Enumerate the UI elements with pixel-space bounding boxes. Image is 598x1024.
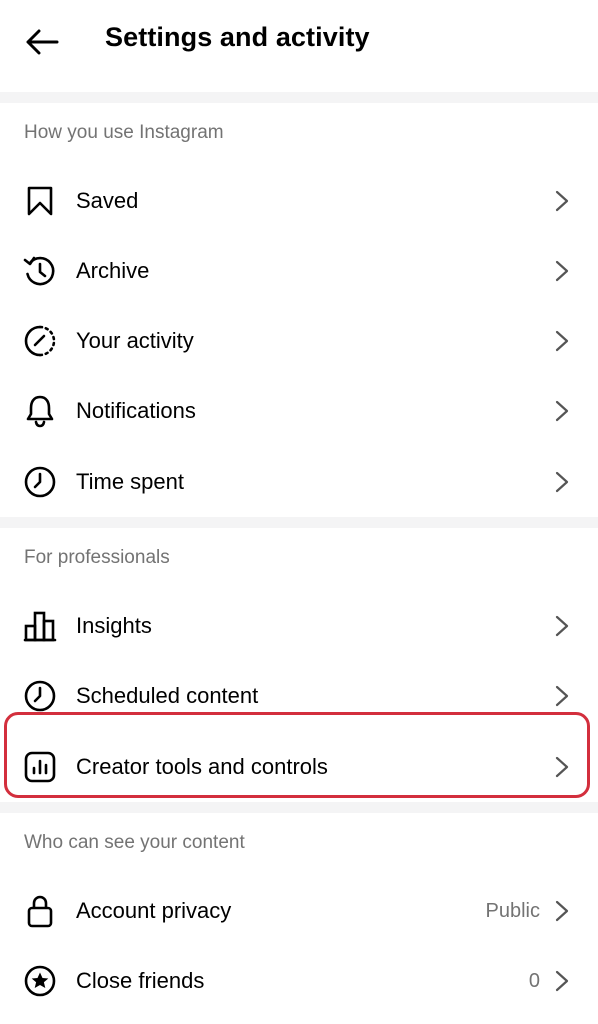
menu-item-label: Close friends: [76, 968, 205, 993]
bell-icon: [22, 393, 58, 429]
menu-item-label: Archive: [76, 258, 150, 283]
lock-icon: [22, 893, 58, 929]
section-divider: [0, 802, 598, 813]
chevron-right-icon: [552, 329, 572, 353]
star-circle-icon: [22, 963, 58, 999]
bookmark-icon: [22, 183, 58, 219]
section-title-visibility: Who can see your content: [24, 832, 245, 853]
menu-item-saved[interactable]: Saved: [0, 166, 598, 236]
creator-tools-icon: [22, 749, 58, 785]
back-button[interactable]: [24, 26, 60, 58]
menu-item-label: Saved: [76, 188, 139, 213]
privacy-value: Public: [485, 899, 540, 922]
section-title-professionals: For professionals: [24, 547, 170, 568]
chevron-right-icon: [552, 470, 572, 494]
menu-item-label: Creator tools and controls: [76, 754, 328, 779]
menu-item-notifications[interactable]: Notifications: [0, 376, 598, 446]
bar-chart-icon: [22, 608, 58, 644]
section-divider: [0, 517, 598, 528]
menu-item-scheduled-content[interactable]: Scheduled content: [0, 661, 598, 731]
menu-item-label: Time spent: [76, 469, 185, 494]
menu-item-label: Scheduled content: [76, 683, 259, 708]
menu-item-insights[interactable]: Insights: [0, 591, 598, 661]
archive-history-icon: [22, 253, 58, 289]
arrow-left-icon: [26, 29, 59, 55]
menu-item-time-spent[interactable]: Time spent: [0, 447, 598, 517]
chevron-right-icon: [552, 399, 572, 423]
menu-item-label: Account privacy: [76, 898, 232, 923]
menu-item-account-privacy[interactable]: Account privacy Public: [0, 876, 598, 946]
menu-item-label: Your activity: [76, 328, 194, 353]
chevron-right-icon: [552, 969, 572, 993]
header: Settings and activity: [0, 0, 598, 92]
chevron-right-icon: [552, 614, 572, 638]
clock-icon: [22, 678, 58, 714]
section-divider: [0, 92, 598, 103]
menu-item-archive[interactable]: Archive: [0, 236, 598, 306]
clock-icon: [22, 464, 58, 500]
menu-item-close-friends[interactable]: Close friends 0: [0, 946, 598, 1016]
menu-item-your-activity[interactable]: Your activity: [0, 306, 598, 376]
menu-item-creator-tools[interactable]: Creator tools and controls: [0, 732, 598, 802]
chevron-right-icon: [552, 189, 572, 213]
chevron-right-icon: [552, 259, 572, 283]
close-friends-count: 0: [528, 969, 540, 992]
menu-item-label: Notifications: [76, 398, 196, 423]
page-title: Settings and activity: [105, 22, 370, 52]
chevron-right-icon: [552, 755, 572, 779]
chevron-right-icon: [552, 684, 572, 708]
activity-icon: [22, 323, 58, 359]
section-title-usage: How you use Instagram: [24, 122, 224, 143]
chevron-right-icon: [552, 899, 572, 923]
menu-item-label: Insights: [76, 613, 152, 638]
